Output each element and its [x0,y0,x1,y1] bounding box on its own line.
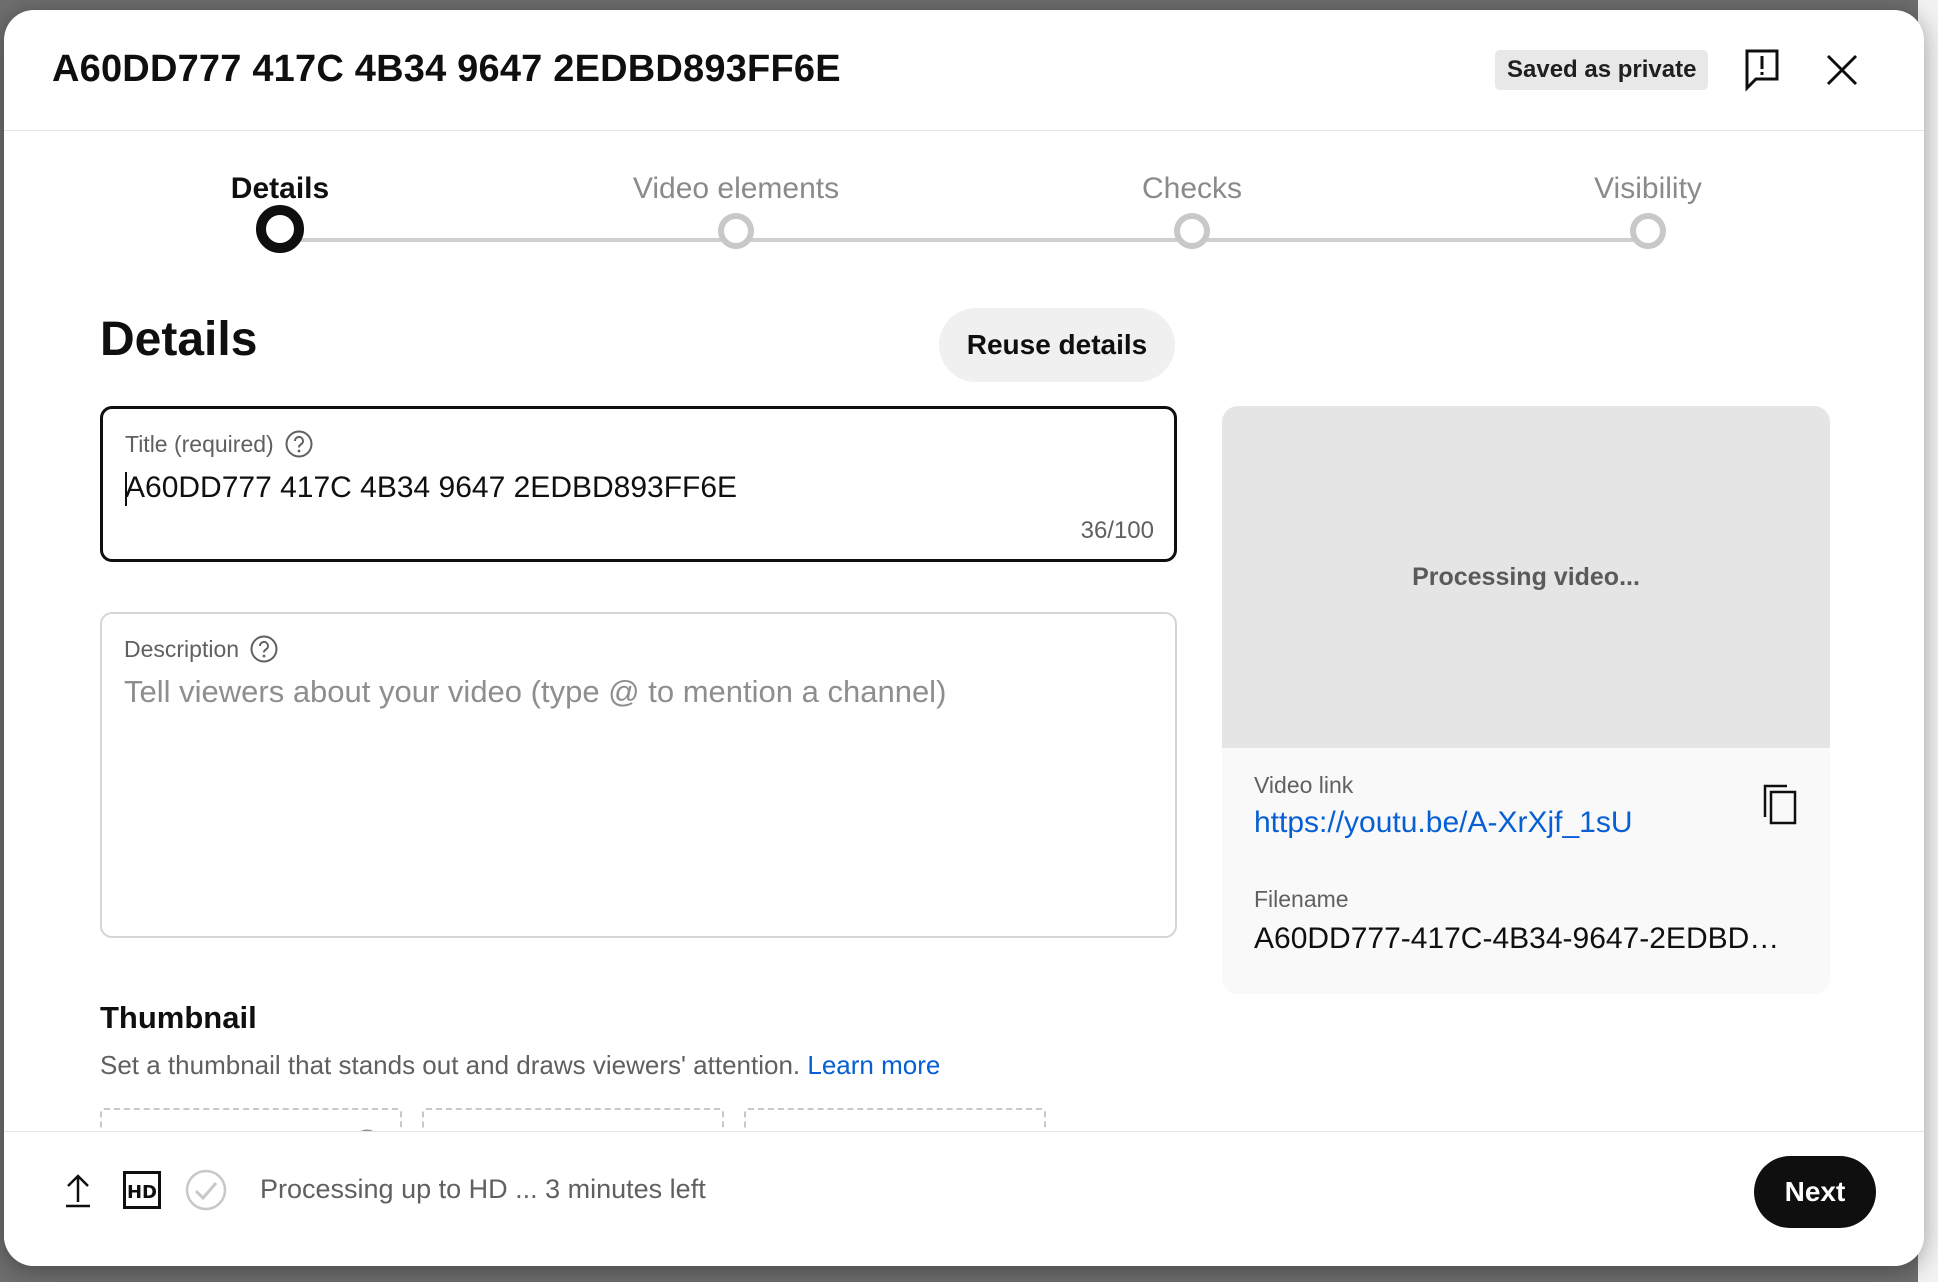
title-input-row[interactable]: A60DD777 417C 4B34 9647 2EDBD893FF6E [125,471,737,507]
description-field[interactable]: Description Tell viewers about your vide… [100,612,1177,938]
copy-icon [1763,784,1797,825]
step-visibility-label[interactable]: Visibility [1594,172,1702,206]
checks-status [182,1166,230,1214]
step-details-label[interactable]: Details [231,172,329,206]
stepper-track [280,238,1644,242]
description-placeholder[interactable]: Tell viewers about your video (type @ to… [124,674,946,710]
step-checks-label[interactable]: Checks [1142,172,1242,206]
svg-text:HD: HD [127,1182,157,1203]
thumbnail-description: Set a thumbnail that stands out and draw… [100,1050,940,1081]
help-icon[interactable] [284,429,314,459]
close-icon [1826,54,1858,86]
check-circle-icon [185,1169,227,1211]
dialog-title: A60DD777 417C 4B34 9647 2EDBD893FF6E [52,48,841,90]
step-visibility-dot[interactable] [1630,213,1666,249]
help-icon[interactable] [249,634,279,664]
title-char-count: 36/100 [1080,517,1154,544]
title-field[interactable]: Title (required) A60DD777 417C 4B34 9647… [100,406,1177,562]
upload-status [54,1166,102,1214]
dialog-header: A60DD777 417C 4B34 9647 2EDBD893FF6E Sav… [4,10,1924,131]
feedback-icon [1745,49,1779,92]
details-heading: Details [100,313,258,366]
video-preview-card: Processing video... Video link https://y… [1222,406,1830,994]
step-details-dot[interactable] [256,205,304,253]
title-field-label: Title (required) [125,430,274,457]
filename-label: Filename [1254,886,1349,912]
title-field-label-row: Title (required) [125,429,314,459]
title-input[interactable]: A60DD777 417C 4B34 9647 2EDBD893FF6E [125,471,737,504]
dialog-footer: HD Processing up to HD ... 3 minutes lef… [4,1131,1924,1266]
reuse-details-button[interactable]: Reuse details [939,308,1175,382]
step-checks-dot[interactable] [1174,213,1210,249]
progress-stepper: Details Video elements Checks Visibility [4,130,1924,280]
thumbnail-heading: Thumbnail [100,1000,257,1035]
video-link[interactable]: https://youtu.be/A-XrXjf_1sU [1254,806,1633,840]
description-field-label-row: Description [124,634,279,664]
learn-more-link[interactable]: Learn more [807,1050,940,1080]
hd-icon: HD [123,1171,161,1209]
video-link-label: Video link [1254,772,1354,798]
upload-icon [66,1174,90,1208]
close-button[interactable] [1818,46,1866,94]
description-field-label: Description [124,635,240,662]
next-button[interactable]: Next [1754,1156,1876,1228]
video-preview: Processing video... [1222,406,1830,748]
step-video-elements-label[interactable]: Video elements [633,172,839,206]
step-video-elements-dot[interactable] [718,213,754,249]
copy-link-button[interactable] [1756,780,1804,828]
upload-dialog: A60DD777 417C 4B34 9647 2EDBD893FF6E Sav… [4,10,1924,1266]
feedback-button[interactable] [1738,46,1786,94]
thumbnail-description-text: Set a thumbnail that stands out and draw… [100,1050,801,1080]
saved-status-badge: Saved as private [1495,50,1709,90]
filename-value: A60DD777-417C-4B34-9647-2EDBD893FF6E [1254,922,1794,955]
processing-status-text: Processing up to HD ... 3 minutes left [260,1174,706,1204]
hd-status: HD [118,1166,166,1214]
